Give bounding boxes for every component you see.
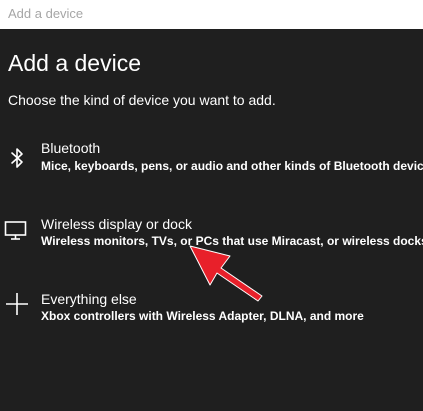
option-title-everything-else: Everything else: [41, 291, 137, 307]
option-title-bluetooth: Bluetooth: [41, 140, 101, 156]
window-title: Add a device: [8, 6, 84, 21]
option-wireless-display[interactable]: Wireless display or dock Wireless monito…: [0, 208, 423, 266]
title-bar[interactable]: Add a device: [0, 0, 423, 29]
option-desc-bluetooth: Mice, keyboards, pens, or audio and othe…: [41, 159, 423, 173]
option-bluetooth[interactable]: Bluetooth Mice, keyboards, pens, or audi…: [0, 133, 423, 191]
plus-icon: [4, 291, 30, 317]
monitor-icon: [4, 217, 30, 243]
option-title-wireless-display: Wireless display or dock: [41, 216, 192, 232]
option-desc-wireless-display: Wireless monitors, TVs, or PCs that use …: [41, 234, 423, 248]
option-desc-everything-else: Xbox controllers with Wireless Adapter, …: [41, 309, 364, 323]
page-title: Add a device: [8, 50, 141, 76]
page-instructions: Choose the kind of device you want to ad…: [8, 92, 276, 108]
add-device-window: Add a device Add a device Choose the kin…: [0, 0, 423, 411]
option-everything-else[interactable]: Everything else Xbox controllers with Wi…: [0, 284, 423, 342]
bluetooth-icon: [4, 145, 30, 171]
